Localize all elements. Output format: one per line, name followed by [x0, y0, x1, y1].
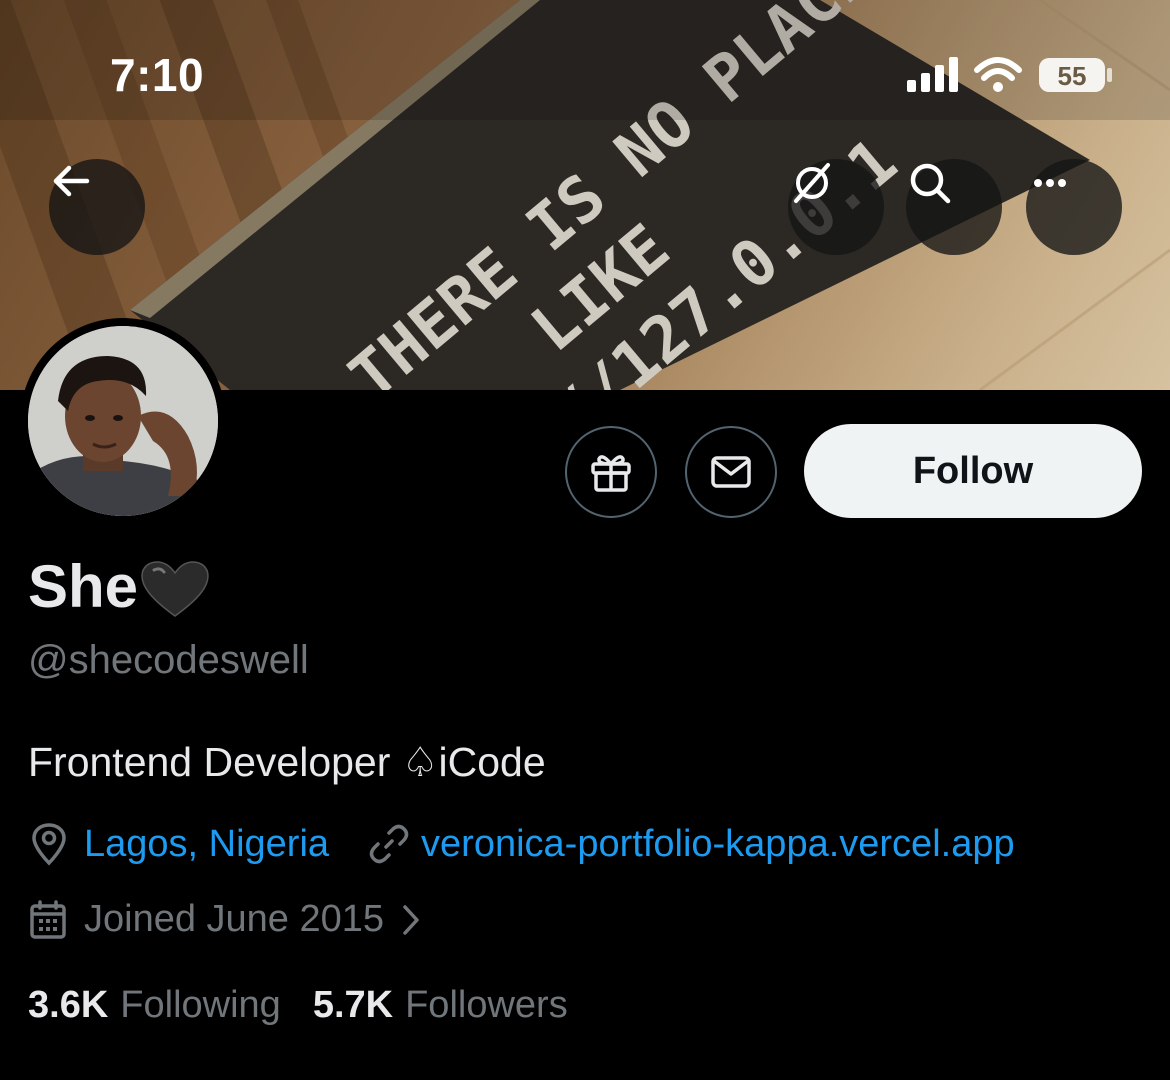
message-button[interactable] — [685, 426, 777, 518]
location-pin-icon — [32, 823, 66, 866]
gift-icon — [591, 455, 631, 492]
followers-count: 5.7K — [312, 984, 394, 1026]
gift-button[interactable] — [565, 426, 657, 518]
chevron-right-icon — [403, 904, 419, 935]
link-icon — [369, 824, 409, 864]
following-count: 3.6K — [28, 984, 109, 1026]
follow-button[interactable]: Follow — [804, 424, 1142, 518]
location-text: Lagos, Nigeria — [84, 822, 330, 865]
back-button[interactable] — [49, 159, 145, 255]
following-stat[interactable]: 3.6K Following — [28, 984, 281, 1027]
joined-row[interactable]: Joined June 2015 — [28, 898, 424, 941]
display-name-text: She — [28, 553, 139, 620]
handle: @shecodeswell — [28, 638, 309, 682]
black-heart-icon — [141, 560, 209, 617]
search-button[interactable] — [906, 159, 1002, 255]
avatar[interactable] — [28, 326, 218, 516]
bio: Frontend Developer ♤iCode — [28, 739, 546, 785]
followers-label: Followers — [405, 984, 568, 1026]
status-icons: 55 — [905, 52, 1115, 98]
more-button[interactable] — [1026, 159, 1122, 255]
display-name: She — [28, 552, 210, 621]
avatar-photo — [28, 326, 218, 516]
signal-wifi-battery-icon: 55 — [907, 57, 1112, 92]
calendar-icon — [30, 899, 66, 939]
joined-text: Joined June 2015 — [84, 898, 385, 940]
profile-meta-row: Lagos, Nigeria veronica-portfolio-kappa.… — [28, 822, 1015, 866]
grok-button[interactable] — [788, 159, 884, 255]
avatar-frame[interactable] — [20, 318, 226, 524]
followers-stat[interactable]: 5.7K Followers — [313, 984, 568, 1027]
following-label: Following — [120, 984, 281, 1026]
battery-level: 55 — [1058, 61, 1087, 91]
follow-stats: 3.6K Following 5.7K Followers — [28, 984, 568, 1027]
slashed-circle-icon — [794, 163, 830, 203]
search-icon — [910, 163, 951, 204]
back-arrow-icon — [53, 165, 90, 197]
envelope-icon — [711, 456, 751, 488]
status-time: 7:10 — [110, 49, 205, 101]
website-link[interactable]: veronica-portfolio-kappa.vercel.app — [421, 823, 1015, 866]
more-dots-icon — [1034, 179, 1066, 187]
